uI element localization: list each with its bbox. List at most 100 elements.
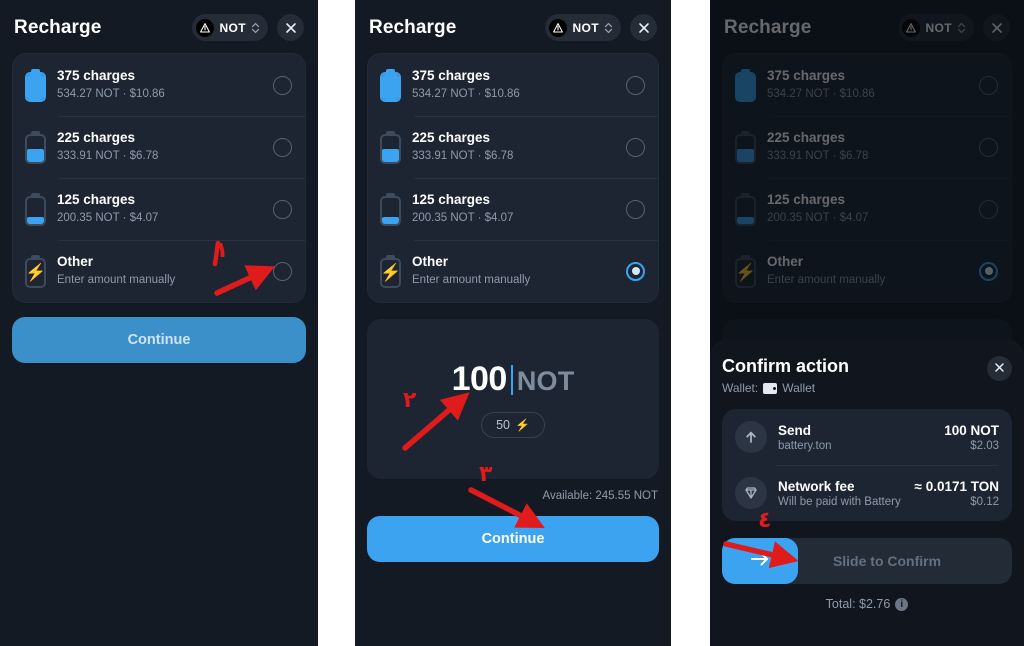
arrow-right-icon — [749, 551, 771, 572]
header-actions: NOT — [192, 14, 304, 41]
option-title: 375 charges — [767, 68, 846, 84]
close-icon — [991, 22, 1003, 34]
slide-to-confirm[interactable]: Slide to Confirm — [722, 538, 1012, 584]
amount-input-card[interactable]: 100 NOT 50 ⚡ — [367, 319, 659, 479]
option-radio[interactable] — [626, 199, 645, 219]
option-radio-other[interactable] — [626, 261, 645, 281]
token-selector[interactable]: NOT — [192, 14, 268, 41]
tx-amount: ≈ 0.0171 TON — [914, 478, 999, 494]
tx-subtitle: Will be paid with Battery — [778, 495, 901, 508]
list-item[interactable]: 125 charges 200.35 NOT · $4.07 — [723, 178, 1011, 240]
ton-diamond-icon — [735, 477, 767, 509]
option-title: 375 charges — [412, 68, 491, 84]
close-button[interactable] — [277, 14, 304, 41]
option-radio[interactable] — [979, 199, 998, 219]
battery-full-icon — [25, 68, 46, 102]
table-row: Network fee Will be paid with Battery ≈ … — [722, 465, 1012, 521]
chevron-updown-icon — [251, 22, 260, 34]
list-item-other[interactable]: ⚡ Other Enter amount manually — [723, 240, 1011, 302]
option-title: 375 charges — [57, 68, 136, 84]
list-item-other[interactable]: ⚡ Other Enter amount manually — [368, 240, 658, 302]
wallet-row: Wallet: Wallet — [722, 381, 849, 395]
continue-button[interactable]: Continue — [367, 516, 659, 562]
header: Recharge NOT — [710, 0, 1024, 51]
option-radio[interactable] — [273, 75, 292, 95]
continue-button[interactable]: Continue — [12, 317, 306, 363]
option-subtitle: 534.27 NOT · $10.86 — [57, 88, 165, 101]
close-icon — [994, 360, 1005, 378]
confirm-close-button[interactable] — [987, 356, 1012, 381]
amount-line: 100 NOT — [452, 360, 575, 399]
close-button[interactable] — [983, 14, 1010, 41]
option-title: 125 charges — [767, 192, 846, 208]
phone-screen-step-1: Recharge NOT 375 charges 534.27 NOT · $1… — [0, 0, 318, 646]
option-title: 225 charges — [767, 130, 846, 146]
header-actions: NOT — [545, 14, 657, 41]
option-radio-other[interactable] — [273, 261, 292, 281]
page-title: Recharge — [724, 16, 812, 38]
slide-knob[interactable] — [722, 538, 798, 584]
continue-button-wrap: Continue — [0, 303, 318, 363]
charges-equivalent-chip: 50 ⚡ — [481, 412, 545, 438]
list-item[interactable]: 225 charges 333.91 NOT · $6.78 — [368, 116, 658, 178]
list-item[interactable]: 225 charges 333.91 NOT · $6.78 — [13, 116, 305, 178]
option-subtitle: 333.91 NOT · $6.78 — [57, 150, 159, 163]
option-radio[interactable] — [979, 137, 998, 157]
recharge-options-card: 375 charges 534.27 NOT · $10.86 225 char… — [12, 53, 306, 303]
option-radio[interactable] — [626, 75, 645, 95]
recharge-options-card: 375 charges 534.27 NOT · $10.86 225 char… — [367, 53, 659, 303]
battery-mid-icon — [380, 130, 401, 164]
list-item[interactable]: 375 charges 534.27 NOT · $10.86 — [13, 54, 305, 116]
confirm-action-sheet: Confirm action Wallet: Wallet Send batte… — [710, 340, 1024, 646]
amount-value: 100 — [451, 360, 508, 398]
battery-bolt-icon: ⚡ — [735, 254, 756, 288]
notcoin-logo-icon — [902, 18, 921, 37]
chevron-updown-icon — [957, 22, 966, 34]
option-radio[interactable] — [273, 137, 292, 157]
header-actions: NOT — [898, 14, 1010, 41]
option-subtitle: 200.35 NOT · $4.07 — [57, 212, 159, 225]
notcoin-logo-icon — [549, 18, 568, 37]
info-icon[interactable]: i — [895, 597, 909, 611]
phone-screen-step-2: Recharge NOT 375 charges 534.27 NOT · $1… — [355, 0, 671, 646]
send-arrow-up-icon — [735, 421, 767, 453]
list-item-other[interactable]: ⚡ Other Enter amount manually — [13, 240, 305, 302]
list-item[interactable]: 375 charges 534.27 NOT · $10.86 — [368, 54, 658, 116]
recharge-options-card: 375 charges 534.27 NOT · $10.86 225 char… — [722, 53, 1012, 303]
total-label: Total: $2.76 — [825, 597, 891, 611]
option-radio[interactable] — [626, 137, 645, 157]
option-radio[interactable] — [979, 75, 998, 95]
tx-title: Network fee — [778, 478, 855, 494]
token-selector[interactable]: NOT — [898, 14, 974, 41]
option-radio[interactable] — [273, 199, 292, 219]
list-item[interactable]: 125 charges 200.35 NOT · $4.07 — [368, 178, 658, 240]
option-title: Other — [412, 254, 449, 270]
option-subtitle: Enter amount manually — [412, 274, 531, 287]
chevron-updown-icon — [604, 22, 613, 34]
option-title: Other — [767, 254, 804, 270]
text-caret — [510, 364, 513, 395]
tx-fiat: $2.03 — [970, 439, 999, 452]
battery-mid-icon — [735, 130, 756, 164]
token-selector[interactable]: NOT — [545, 14, 621, 41]
option-radio-other[interactable] — [979, 261, 998, 281]
wallet-icon — [763, 382, 778, 394]
notcoin-logo-icon — [196, 18, 215, 37]
total-row: Total: $2.76 i — [722, 597, 1012, 611]
token-name: NOT — [925, 20, 952, 35]
list-item[interactable]: 225 charges 333.91 NOT · $6.78 — [723, 116, 1011, 178]
option-title: 225 charges — [412, 130, 491, 146]
wallet-prefix-label: Wallet: — [722, 381, 759, 395]
close-button[interactable] — [630, 14, 657, 41]
battery-full-icon — [735, 68, 756, 102]
option-title: Other — [57, 254, 94, 270]
list-item[interactable]: 125 charges 200.35 NOT · $4.07 — [13, 178, 305, 240]
phone-screen-step-3: Recharge NOT 375 charges 534.27 NOT · $1… — [710, 0, 1024, 646]
battery-low-icon — [735, 192, 756, 226]
list-item[interactable]: 375 charges 534.27 NOT · $10.86 — [723, 54, 1011, 116]
option-subtitle: Enter amount manually — [57, 274, 176, 287]
close-icon — [638, 22, 650, 34]
battery-low-icon — [25, 192, 46, 226]
tx-amount: 100 NOT — [944, 422, 999, 438]
option-title: 125 charges — [412, 192, 491, 208]
